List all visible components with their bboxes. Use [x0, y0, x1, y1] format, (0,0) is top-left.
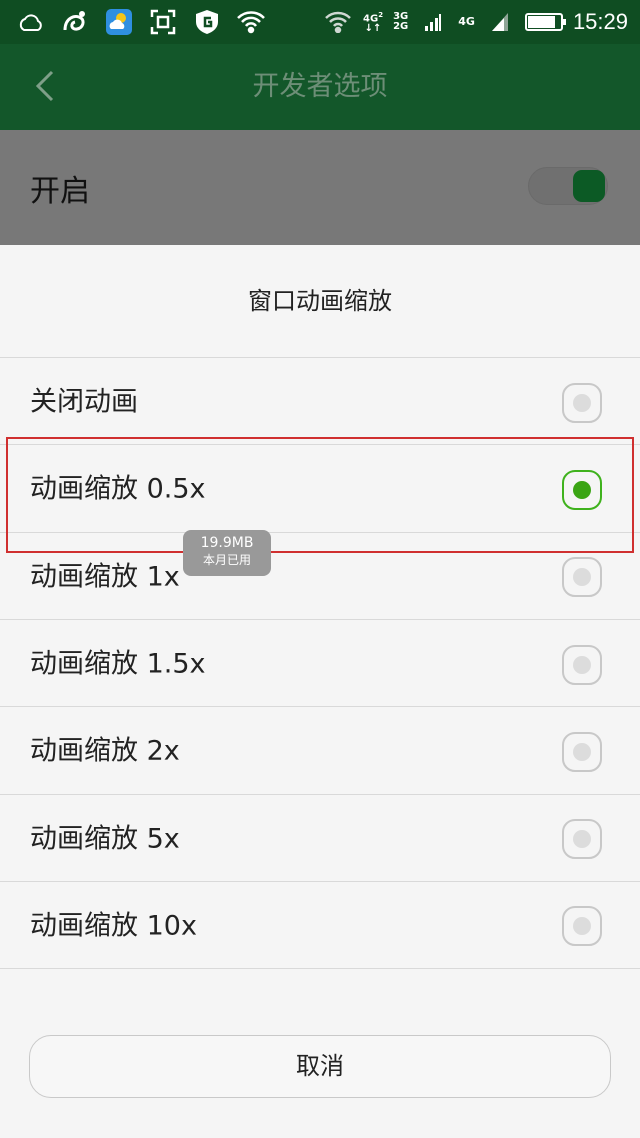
radio-button[interactable]: [562, 819, 602, 860]
data-usage-amount: 19.9MB: [200, 535, 254, 551]
radio-dot: [573, 568, 591, 587]
option-label: 动画缩放 1x: [30, 561, 180, 593]
radio-button[interactable]: [562, 731, 602, 772]
option-label: 动画缩放 1.5x: [30, 648, 206, 680]
network-4g-label: 4G: [458, 15, 475, 28]
scan-icon: [148, 7, 178, 37]
option-label: 动画缩放 5x: [30, 823, 180, 854]
wifi-icon: [236, 7, 266, 37]
page-title: 开发者选项: [252, 71, 388, 102]
weather-cloud-icon: [16, 7, 46, 37]
option-divider: [0, 968, 640, 970]
option-label: 关闭动画: [30, 386, 138, 418]
uc-browser-icon: [60, 7, 90, 37]
radio-dot: [573, 393, 591, 412]
radio-button[interactable]: [562, 557, 602, 598]
toggle-knob: [573, 170, 605, 202]
radio-button[interactable]: [562, 644, 602, 685]
option-label: 动画缩放 10x: [30, 910, 197, 942]
radio-dot: [573, 917, 591, 936]
developer-options-toggle[interactable]: [528, 167, 608, 205]
option-label: 动画缩放 2x: [30, 735, 180, 767]
battery-icon: [524, 13, 566, 31]
cancel-button[interactable]: 取消: [29, 1035, 611, 1098]
signal-bars-icon-2: [485, 7, 515, 37]
weather-app-icon: [104, 7, 134, 37]
app-bar: 开发者选项: [0, 44, 640, 130]
radio-dot: [573, 830, 591, 849]
status-bar: 4G2 ↓↑ 3G 2G 4G 15:29: [0, 0, 640, 44]
radio-dot: [573, 655, 591, 674]
shield-g-icon: [192, 7, 222, 37]
setting-label: 开启: [30, 174, 90, 209]
radio-button[interactable]: [562, 906, 602, 947]
radio-button[interactable]: [562, 382, 602, 423]
status-time: 15:29: [572, 9, 628, 34]
network-type-indicator: 4G2 ↓↑: [363, 10, 384, 35]
highlight-annotation: [6, 437, 634, 553]
dialog-title: 窗口动画缩放: [248, 287, 392, 315]
data-usage-toast: 19.9MB 本月已用: [183, 530, 271, 576]
battery-level: [527, 16, 556, 28]
signal-bars-icon: [418, 7, 448, 37]
radio-dot: [573, 742, 591, 761]
network-type-indicator-secondary: 3G 2G: [393, 11, 409, 32]
wifi-signal-icon: [323, 7, 353, 37]
data-usage-caption: 本月已用: [202, 553, 251, 567]
